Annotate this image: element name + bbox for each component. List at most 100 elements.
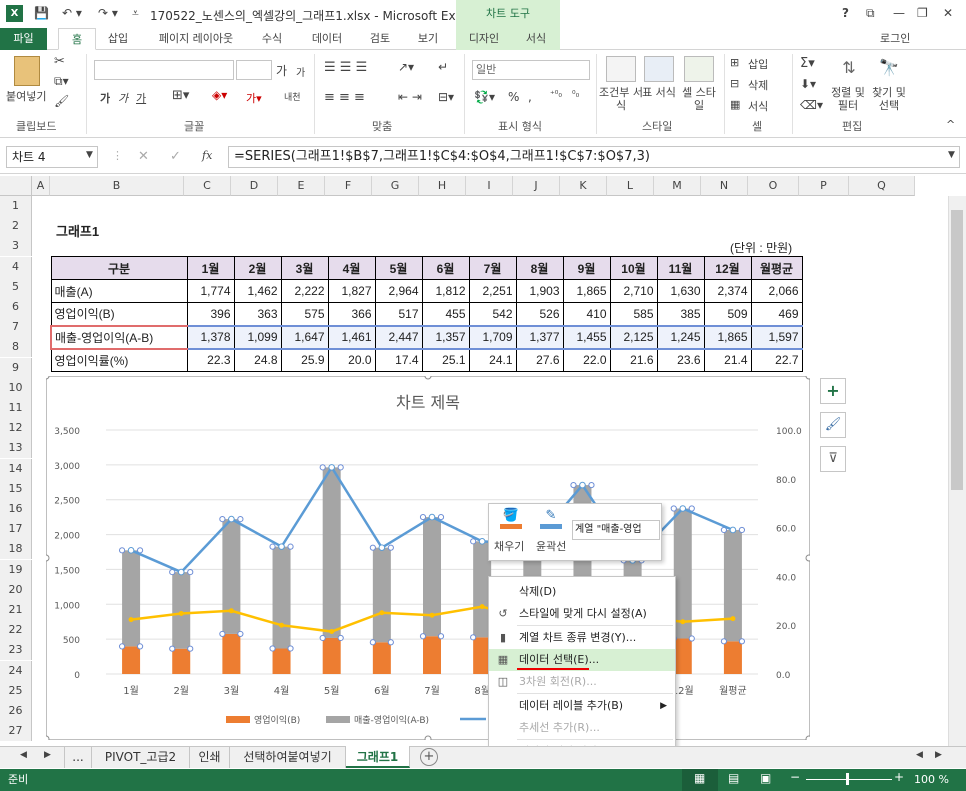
table-cell[interactable]: 2,125 [609,324,658,350]
row-header[interactable]: 18 [0,539,32,560]
filter-icon[interactable]: ⊽ [820,446,846,472]
zoom-level[interactable]: 100 % [914,769,949,791]
underline-button[interactable]: 가 [136,90,146,106]
table-cell[interactable]: 17.4 [374,348,423,372]
scroll-left-icon[interactable]: ◀ [916,750,923,760]
row-header[interactable]: 21 [0,600,32,620]
column-header[interactable]: B [50,176,184,196]
redo-icon[interactable]: ↷ ▾ [98,6,118,20]
format-as-table-icon[interactable] [644,56,674,82]
column-header[interactable]: P [799,176,849,196]
tab-chart-design[interactable]: 디자인 [456,28,512,50]
undo-icon[interactable]: ↶ ▾ [62,6,82,20]
table-cell[interactable]: 1,461 [327,324,376,350]
font-color-button[interactable]: 가▾ [246,90,262,106]
column-header[interactable]: Q [849,176,915,196]
fill-color-icon[interactable]: ◈▾ [212,88,227,102]
clear-icon[interactable]: ⌫▾ [800,98,823,112]
insert-cells-button[interactable]: 삽입 [748,56,768,72]
header-cell[interactable]: 월평균 [750,256,803,280]
row-header[interactable]: 16 [0,499,32,519]
sheet-more[interactable]: ... [64,746,92,768]
orientation-icon[interactable]: ↗▾ [398,60,414,74]
table-cell[interactable]: 410 [562,302,611,326]
table-cell[interactable]: 20.0 [327,348,376,372]
fill-bucket-icon[interactable]: 🪣 [500,508,522,524]
table-cell[interactable]: 21.4 [703,348,752,372]
format-cells-button[interactable]: 서식 [748,98,768,114]
row-header[interactable]: 15 [0,478,32,499]
outline-pen-icon[interactable]: ✎ [540,508,562,524]
save-icon[interactable]: 💾 [34,6,49,20]
login-link[interactable]: 로그인 [880,28,910,50]
tab-view[interactable]: 보기 [408,28,448,50]
zoom-in-icon[interactable]: + [894,770,904,784]
row-header[interactable]: 12 [0,418,32,439]
customize-qat-icon[interactable]: ⩡ [132,6,139,21]
merge-icon[interactable]: ⊟▾ [438,90,454,104]
context-menu-item[interactable]: 데이터 레이블 추가(B) ▶ [489,695,675,717]
header-cell[interactable]: 8월 [515,256,564,280]
font-size-box[interactable] [236,60,272,80]
header-cell[interactable]: 5월 [374,256,423,280]
row-header[interactable]: 19 [0,559,32,580]
increase-decimal-icon[interactable]: ⁺⁰₀ [550,90,562,100]
table-cell[interactable]: 2,710 [609,279,658,303]
tab-page-layout[interactable]: 페이지 레이아웃 [146,28,246,50]
border-icon[interactable]: ⊞▾ [172,88,189,103]
table-cell[interactable]: 385 [656,302,705,326]
paste-button[interactable]: 붙여넣기 [6,88,46,104]
header-cell[interactable]: 4월 [327,256,376,280]
format-painter-icon[interactable]: 🖌 [54,94,69,108]
table-cell[interactable]: 469 [750,302,803,326]
expand-formula-icon[interactable]: ▼ [948,150,955,160]
table-cell[interactable]: 1,812 [421,279,470,303]
select-all-corner[interactable] [0,176,32,196]
table-cell[interactable]: 25.9 [280,348,329,372]
row-header[interactable]: 10 [0,377,32,398]
delete-cells-icon[interactable]: ⊟ [730,77,739,90]
table-cell[interactable]: 1,377 [515,324,564,350]
table-cell[interactable]: 1,903 [515,279,564,303]
table-cell[interactable]: 517 [374,302,423,326]
table-cell[interactable]: 영업이익(B) [50,302,188,326]
wrap-text-icon[interactable]: ↵ [438,60,448,74]
row-header[interactable]: 2 [0,216,32,237]
tab-file[interactable]: 파일 [0,28,47,50]
table-cell[interactable]: 22.0 [562,348,611,372]
table-cell[interactable]: 2,251 [468,279,517,303]
row-header[interactable]: 5 [0,276,32,297]
chart-svg[interactable]: 차트 제목 0 500 1,000 1,500 2,000 2,500 3,000 3,500 0… [46,376,810,740]
row-header[interactable]: 20 [0,579,32,600]
number-format-box[interactable]: 일반 [472,60,590,80]
table-cell[interactable]: 1,357 [421,324,470,350]
row-header[interactable]: 25 [0,680,32,701]
table-cell[interactable]: 1,774 [186,279,235,303]
fill-icon[interactable]: ⬇▾ [800,77,816,91]
row-header[interactable]: 8 [0,337,32,358]
page-break-view-icon[interactable]: ▣ [760,771,771,785]
sheet-tab[interactable]: 인쇄 [190,746,230,768]
column-header[interactable]: M [654,176,701,196]
context-menu-item[interactable]: ▮ 계열 차트 종류 변경(Y)... [489,627,675,649]
table-cell[interactable]: 1,462 [233,279,282,303]
format-cells-icon[interactable]: ▦ [730,98,740,111]
table-cell[interactable]: 2,066 [750,279,803,303]
row-header[interactable]: 23 [0,640,32,661]
table-cell[interactable]: 2,964 [374,279,423,303]
column-header[interactable]: G [372,176,419,196]
column-header[interactable]: D [231,176,278,196]
row-header[interactable]: 1 [0,196,32,216]
header-cell[interactable]: 12월 [703,256,752,280]
sheet-tab[interactable]: 선택하여붙여넣기 [230,746,346,768]
conditional-format-icon[interactable] [606,56,636,82]
context-menu-item[interactable]: ▦ 데이터 선택(E)... [489,649,675,671]
tab-review[interactable]: 검토 [360,28,400,50]
tab-chart-format[interactable]: 서식 [512,28,560,50]
table-cell[interactable]: 509 [703,302,752,326]
table-cell[interactable]: 1,647 [280,324,329,350]
font-size-down[interactable]: 가 [296,64,305,79]
find-select-button[interactable]: 찾기 및 선택 [868,86,910,112]
table-cell[interactable]: 매출-영업이익(A-B) [50,324,188,350]
next-sheet-icon[interactable]: ▶ [44,750,51,760]
